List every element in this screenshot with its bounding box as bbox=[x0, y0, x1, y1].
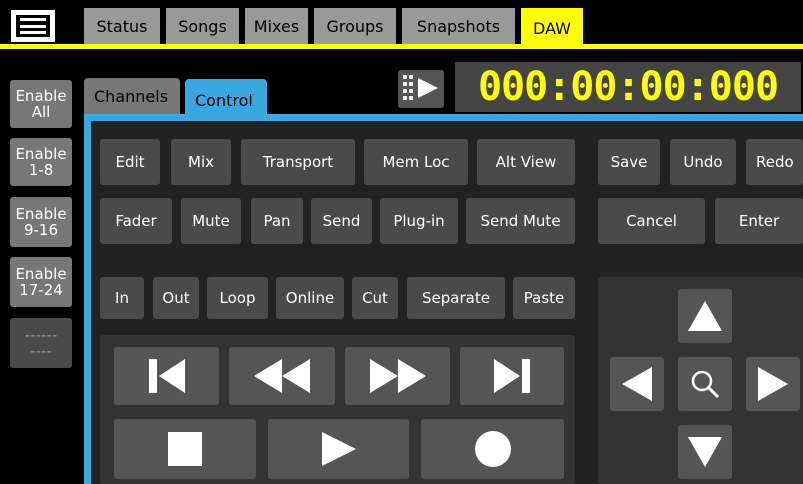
save-button[interactable]: Save bbox=[598, 139, 660, 185]
arrow-left-icon bbox=[622, 367, 652, 401]
tab-daw[interactable]: DAW bbox=[521, 8, 583, 49]
enable-9-16-button[interactable]: Enable 9-16 bbox=[10, 197, 72, 247]
send-mute-button[interactable]: Send Mute bbox=[466, 198, 575, 244]
online-button[interactable]: Online bbox=[276, 277, 344, 319]
transport-button[interactable]: Transport bbox=[241, 139, 355, 185]
enable-17-24-button[interactable]: Enable 17-24 bbox=[10, 257, 72, 307]
tab-songs[interactable]: Songs bbox=[166, 8, 239, 44]
arrow-up-icon bbox=[688, 301, 722, 331]
play-button[interactable] bbox=[268, 419, 409, 479]
tab-status[interactable]: Status bbox=[84, 8, 160, 44]
rewind-button[interactable] bbox=[229, 347, 335, 405]
skip-to-end-button[interactable] bbox=[460, 347, 564, 405]
enable-1-8-button[interactable]: Enable 1-8 bbox=[10, 138, 72, 186]
mute-button[interactable]: Mute bbox=[181, 198, 241, 244]
loop-button[interactable]: Loop bbox=[207, 277, 268, 319]
rewind-to-start-button[interactable] bbox=[114, 347, 219, 405]
alt-view-button[interactable]: Alt View bbox=[477, 139, 575, 185]
cut-button[interactable]: Cut bbox=[352, 277, 398, 319]
send-button[interactable]: Send bbox=[311, 198, 372, 244]
edit-button[interactable]: Edit bbox=[100, 139, 160, 185]
rewind-icon bbox=[254, 359, 310, 393]
arrow-left-button[interactable] bbox=[610, 357, 664, 411]
menu-icon bbox=[16, 15, 50, 37]
menu-button[interactable] bbox=[11, 10, 55, 42]
skip-to-end-icon bbox=[494, 359, 530, 393]
enable-all-button[interactable]: Enable All bbox=[10, 80, 72, 128]
enable-empty-button[interactable]: ------ ---- bbox=[10, 318, 72, 368]
paste-button[interactable]: Paste bbox=[513, 277, 575, 319]
record-icon bbox=[474, 431, 511, 467]
tab-snapshots[interactable]: Snapshots bbox=[402, 8, 515, 44]
stop-button[interactable] bbox=[114, 419, 256, 479]
cancel-button[interactable]: Cancel bbox=[598, 198, 705, 244]
arrow-down-icon bbox=[688, 437, 722, 467]
top-divider bbox=[0, 44, 803, 49]
tab-groups[interactable]: Groups bbox=[314, 8, 396, 44]
record-button[interactable] bbox=[421, 419, 564, 479]
mix-button[interactable]: Mix bbox=[171, 139, 231, 185]
out-button[interactable]: Out bbox=[153, 277, 199, 319]
enter-button[interactable]: Enter bbox=[715, 198, 803, 244]
arrow-up-button[interactable] bbox=[678, 289, 732, 343]
stop-icon bbox=[168, 432, 202, 466]
play-stream-icon[interactable] bbox=[398, 70, 444, 108]
fast-forward-icon bbox=[369, 359, 426, 393]
separate-button[interactable]: Separate bbox=[407, 277, 505, 319]
pan-button[interactable]: Pan bbox=[251, 198, 303, 244]
rewind-to-start-icon bbox=[148, 359, 185, 393]
tab-mixes[interactable]: Mixes bbox=[245, 8, 308, 44]
mem-loc-button[interactable]: Mem Loc bbox=[364, 139, 468, 185]
tab-channels[interactable]: Channels bbox=[84, 78, 180, 114]
redo-button[interactable]: Redo bbox=[746, 139, 803, 185]
zoom-icon bbox=[691, 370, 720, 399]
arrow-right-icon bbox=[758, 367, 788, 401]
arrow-right-button[interactable] bbox=[746, 357, 800, 411]
plug-in-button[interactable]: Plug-in bbox=[380, 198, 458, 244]
in-button[interactable]: In bbox=[100, 277, 144, 319]
timecode-display: 000:00:00:000 bbox=[455, 62, 801, 112]
zoom-button[interactable] bbox=[678, 357, 732, 411]
arrow-down-button[interactable] bbox=[678, 425, 732, 479]
play-icon bbox=[321, 432, 356, 466]
fader-button[interactable]: Fader bbox=[100, 198, 172, 244]
fast-forward-button[interactable] bbox=[345, 347, 450, 405]
undo-button[interactable]: Undo bbox=[670, 139, 736, 185]
